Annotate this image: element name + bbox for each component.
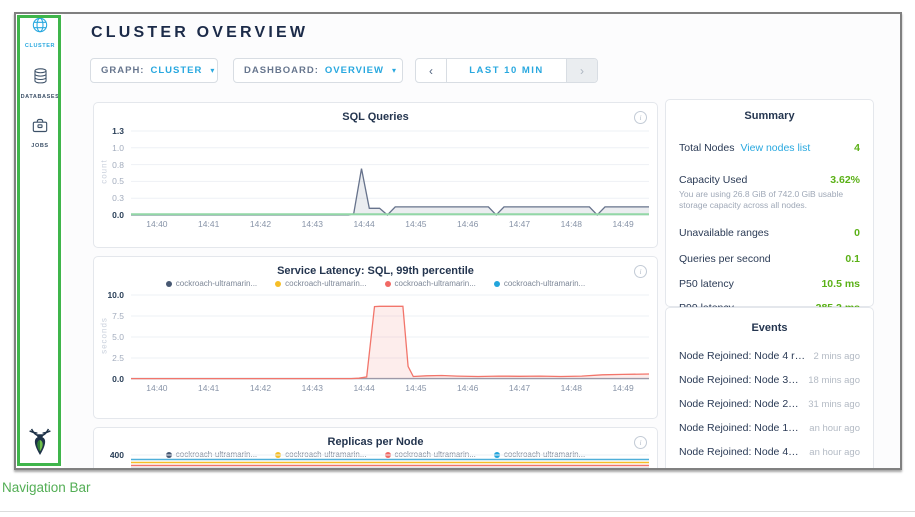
summary-row-p50: P50 latency 10.5 ms	[666, 278, 873, 290]
summary-title: Summary	[666, 110, 873, 122]
event-text: Node Rejoined: Node 4 rej...	[679, 446, 801, 458]
legend-label: cockroach-ultramarin...	[395, 279, 476, 288]
page-divider	[0, 511, 915, 512]
page-title: CLUSTER OVERVIEW	[91, 24, 308, 42]
graph-dropdown-value: CLUSTER	[150, 65, 202, 76]
event-row: Node Rejoined: Node 3 rej... 18 mins ago	[666, 374, 873, 386]
stat-value: 0.1	[845, 253, 860, 265]
dashboard-dropdown[interactable]: DASHBOARD: OVERVIEW ▾	[233, 58, 403, 83]
graph-dropdown[interactable]: GRAPH: CLUSTER ▾	[90, 58, 218, 83]
sidebar-item-label: DATABASES	[16, 94, 64, 100]
briefcase-icon	[32, 120, 48, 137]
stat-value: 3.62%	[830, 174, 860, 186]
event-text: Node Rejoined: Node 2 rej...	[679, 398, 800, 410]
stat-value: 10.5 ms	[821, 278, 860, 290]
info-icon[interactable]: i	[634, 111, 647, 124]
stat-label: Capacity Used	[679, 174, 747, 186]
event-row: Node Rejoined: Node 4 rej... an hour ago	[666, 446, 873, 458]
main-content: CLUSTER OVERVIEW GRAPH: CLUSTER ▾ DASHBO…	[64, 14, 900, 468]
database-icon	[33, 71, 48, 88]
summary-row-qps: Queries per second 0.1	[666, 253, 873, 265]
stat-label: Queries per second	[679, 253, 771, 265]
legend-dot	[275, 281, 281, 287]
sql-queries-card: SQL Queries i count 1.31.00.80.50.30.014…	[93, 102, 658, 248]
stat-value: 4	[854, 142, 860, 154]
cockroachdb-logo	[16, 427, 64, 462]
summary-row-unavailable: Unavailable ranges 0	[666, 227, 873, 239]
sidebar-item-jobs[interactable]: JOBS	[16, 118, 64, 149]
event-row: Node Rejoined: Node 1 rej... an hour ago	[666, 422, 873, 434]
chevron-down-icon: ▾	[210, 66, 214, 75]
event-time: 2 mins ago	[814, 351, 860, 362]
event-time: an hour ago	[809, 423, 860, 434]
event-time: 18 mins ago	[808, 375, 860, 386]
stat-value: 0	[854, 227, 860, 239]
event-row: Node Rejoined: Node 4 rej... 2 mins ago	[666, 350, 873, 362]
events-panel: Events Node Rejoined: Node 4 rej... 2 mi…	[665, 307, 874, 468]
legend-dot	[166, 281, 172, 287]
time-range-next-button[interactable]: ›	[566, 59, 597, 82]
event-time: 31 mins ago	[808, 399, 860, 410]
stat-label: Unavailable ranges	[679, 227, 769, 239]
y-axis-label: seconds	[100, 306, 109, 366]
event-time: an hour ago	[809, 447, 860, 458]
replicas-per-node-plot[interactable]: 400	[131, 454, 649, 468]
legend-label: cockroach-ultramarin...	[176, 279, 257, 288]
time-range-value[interactable]: LAST 10 MIN	[447, 59, 566, 82]
annotation-caption: Navigation Bar	[2, 480, 91, 495]
stat-label: Total Nodes	[679, 142, 734, 154]
events-title: Events	[666, 322, 873, 334]
legend-dot	[385, 281, 391, 287]
legend-label: cockroach-ultramarin...	[285, 279, 366, 288]
legend-dot	[494, 281, 500, 287]
view-nodes-list-link[interactable]: View nodes list	[740, 142, 810, 154]
chart-title: Service Latency: SQL, 99th percentile	[94, 265, 657, 277]
replicas-per-node-card: Replicas per Node i cockroach-ultramarin…	[93, 427, 658, 468]
event-text: Node Rejoined: Node 3 rej...	[679, 374, 800, 386]
chart-title: Replicas per Node	[94, 436, 657, 448]
toolbar: GRAPH: CLUSTER ▾ DASHBOARD: OVERVIEW ▾ ‹…	[64, 58, 900, 83]
service-latency-card: Service Latency: SQL, 99th percentile i …	[93, 256, 658, 419]
time-range-selector: ‹ LAST 10 MIN ›	[415, 58, 598, 83]
chevron-down-icon: ▾	[392, 66, 396, 75]
time-range-prev-button[interactable]: ‹	[416, 59, 447, 82]
chart-legend: cockroach-ultramarin... cockroach-ultram…	[94, 279, 657, 288]
admin-ui-window: CLUSTER DATABASES JOBS	[14, 12, 902, 470]
info-icon[interactable]: i	[634, 436, 647, 449]
dashboard-dropdown-label: DASHBOARD:	[244, 65, 319, 76]
summary-row-total-nodes: Total Nodes View nodes list 4	[666, 138, 873, 156]
info-icon[interactable]: i	[634, 265, 647, 278]
sidebar-item-label: JOBS	[16, 143, 64, 149]
cluster-globe-icon	[32, 20, 48, 37]
stat-label: P50 latency	[679, 278, 734, 290]
graph-dropdown-label: GRAPH:	[101, 65, 144, 76]
dashboard-dropdown-value: OVERVIEW	[325, 65, 384, 76]
sidebar-item-cluster[interactable]: CLUSTER	[16, 17, 64, 49]
chart-title: SQL Queries	[94, 111, 657, 123]
summary-panel: Summary Total Nodes View nodes list 4 Cap…	[665, 99, 874, 307]
service-latency-plot[interactable]: seconds 10.07.55.02.50.014:4014:4114:421…	[131, 295, 649, 379]
capacity-description: You are using 26.8 GiB of 742.0 GiB usab…	[666, 186, 873, 212]
sidebar-item-databases[interactable]: DATABASES	[16, 68, 64, 100]
y-axis-label: count	[100, 142, 109, 202]
legend-label: cockroach-ultramarin...	[504, 279, 585, 288]
event-text: Node Rejoined: Node 1 rej...	[679, 422, 801, 434]
event-row: Node Rejoined: Node 2 rej... 31 mins ago	[666, 398, 873, 410]
sql-queries-plot[interactable]: count 1.31.00.80.50.30.014:4014:4114:421…	[131, 131, 649, 215]
navigation-bar: CLUSTER DATABASES JOBS	[16, 14, 64, 468]
summary-row-capacity: Capacity Used 3.62%	[666, 174, 873, 186]
event-text: Node Rejoined: Node 4 rej...	[679, 350, 806, 362]
sidebar-item-label: CLUSTER	[16, 43, 64, 49]
